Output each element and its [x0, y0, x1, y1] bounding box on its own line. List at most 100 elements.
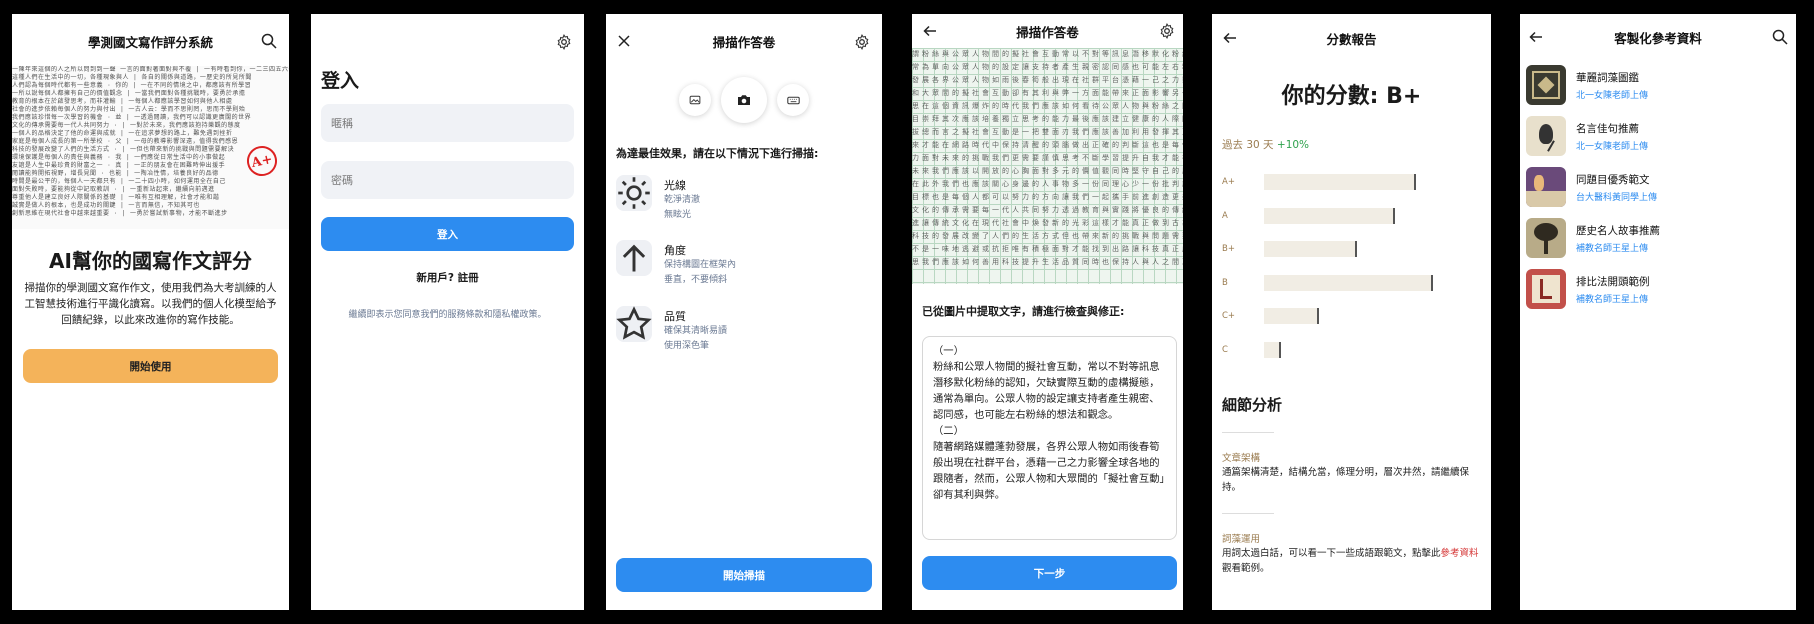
scanned-sheet-image: 謂粉絲與公眾人物間的擬社會互動常以不對等訊息潛移默化粉絲的認知欠缺實際互動的虛構… — [912, 48, 1183, 284]
username-field[interactable] — [321, 104, 574, 142]
handwriting-line: 尊重他人是建立良好人際關係的基礎 | 一唯有互相理解，社會才能和諧 — [12, 194, 220, 201]
star-icon — [616, 306, 652, 342]
scan-line: 目標也是每個人都可以努力的方向讓我們一起攜手前進創造更美好的明天共同努力為社會貢… — [912, 193, 1183, 201]
scan-line: 科技的發展改變了人們的生活方式但也帶來新的挑戰與問題需要我們共同面對並尋求解決的… — [912, 232, 1183, 240]
extracted-text-editor[interactable]: （一） 粉絲和公眾人物間的擬社會互動，常以不對等訊息潛移默化粉絲的認知，欠缺實際… — [922, 336, 1177, 540]
letter-thumbnail — [1526, 269, 1566, 309]
ornament-thumbnail — [1526, 65, 1566, 105]
login-title: 登入 — [321, 70, 360, 92]
search-icon[interactable] — [259, 31, 279, 51]
reference-link[interactable]: 參考資料 — [1441, 548, 1479, 559]
handwriting-line: 文化的傳承需要每一代人共同努力 · | 一對於未來，我們應該抱持樂觀的態度 — [12, 122, 241, 129]
search-icon[interactable] — [1770, 27, 1790, 47]
scan-line: 來才能在網路時代中保持清醒的頭腦做出正確的判斷這也是每個現代人都應該具備的媒體素… — [912, 141, 1183, 149]
scan-line: 常為單向公眾人物的設定讓支持者產生親密認同感也可能左右粉絲的想法和觀念隨著網路媒… — [912, 63, 1183, 71]
grade-bar-row: C+ — [1222, 308, 1319, 324]
handwriting-line: 社會的進步依賴每個人的努力與付出 | 一古人云：學而不思則罔，思而不學則殆 — [12, 106, 246, 113]
scan-line: 和大眾間的擬社會互動卻有其利與弊一方面能帶來正面影響另一方面也可能造成負面的後果… — [912, 89, 1183, 97]
reference-uploader: 北一女陳老師上傳 — [1576, 90, 1649, 101]
handwriting-line: 閱讀能夠開拓視野，增長見聞 · 也能 | 一陶冶性情，培養良好的品德 — [12, 170, 219, 177]
login-screen: 登入 登入 新用戶? 註冊 繼續即表示您同意我們的服務條款和隱私權政策。 — [311, 14, 584, 610]
keyboard-icon — [786, 96, 800, 104]
grade-bar-row: A+ — [1222, 174, 1416, 190]
app-title: 學測國文寫作評分系統 — [87, 34, 213, 50]
scan-line: 未來我們應該以開放的心胸面對多元的價值觀同時堅守自己的原則不隨波逐流這才是真正的… — [912, 167, 1183, 175]
handwriting-line: 一個人的品格決定了他的命運與成就 | 一在追求夢想的路上，難免遇到挫折 — [12, 130, 233, 137]
get-started-button[interactable]: 開始使用 — [23, 349, 278, 383]
sample-essay-image: 一陳年來這個的人之所以問到到一聲 一言的面對著面對與不覆 | 一有時看到你，一二… — [12, 66, 289, 229]
detail-text: 用詞太過白話，可以看一下一些成語跟範文，點擊此參考資料觀看範例。 — [1222, 546, 1485, 576]
extract-label: 已從圖片中提取文字，請進行檢查與修正: — [922, 305, 1125, 318]
detail-text-part: 觀看範例。 — [1222, 563, 1270, 574]
register-link[interactable]: 新用戶? 註冊 — [311, 270, 584, 285]
sun-icon — [616, 175, 652, 211]
start-scan-button[interactable]: 開始掃描 — [616, 558, 872, 592]
score-change: +10% — [1276, 139, 1310, 151]
reference-title: 歷史名人故事推薦 — [1576, 224, 1660, 237]
keyboard-mode-button[interactable] — [777, 84, 809, 116]
handwriting-line: 這種人們在生活中的一切，各種現象與人 | 各自的關係與道路，一歷史的所見所聞 — [12, 74, 252, 81]
reference-title: 同題目優秀範文 — [1576, 173, 1650, 186]
password-field[interactable] — [321, 161, 574, 199]
gear-icon[interactable] — [1157, 21, 1177, 41]
back-arrow-icon[interactable] — [1220, 28, 1240, 48]
grade-bar-row: B+ — [1222, 241, 1357, 257]
gear-icon[interactable] — [852, 32, 872, 52]
reference-item[interactable]: 華麗詞藻圖鑑 北一女陳老師上傳 — [1526, 64, 1790, 106]
scan-review-header: 掃描作答卷 — [912, 14, 1183, 48]
reference-item[interactable]: 名言佳句推薦 北一女陳老師上傳 — [1526, 115, 1790, 157]
score-report-header: 分數報告 — [1212, 14, 1491, 62]
back-arrow-icon[interactable] — [1526, 27, 1546, 47]
reference-item[interactable]: 歷史名人故事推薦 補教名師王星上傳 — [1526, 217, 1790, 259]
reference-item[interactable]: 同題目優秀範文 台大醫科黃同學上傳 — [1526, 166, 1790, 208]
handwriting-line: 科技的發展改變了人們的生活方式 · | 一但也帶來新的挑戰與問題需要解決 — [12, 146, 235, 153]
reference-title: 排比法開頭範例 — [1576, 275, 1650, 288]
scan-line: 進讓傳統文化在現代社會中煥發新的光彩這樣才能真正做到古為今用推陳出新的理想境界值… — [912, 219, 1183, 227]
reference-uploader: 北一女陳老師上傳 — [1576, 141, 1649, 152]
back-arrow-icon[interactable] — [920, 21, 940, 41]
camera-mode-button[interactable] — [721, 77, 767, 123]
tip-line: 使用深色筆 — [664, 341, 710, 351]
reference-item[interactable]: 排比法開頭範例 補教名師王星上傳 — [1526, 268, 1790, 310]
detail-heading: 詞藻運用 — [1222, 534, 1261, 545]
grade-bar-row: C — [1222, 341, 1281, 358]
grade-label: A — [1222, 210, 1228, 221]
gear-icon[interactable] — [554, 32, 574, 52]
tip-title: 光線 — [664, 179, 686, 192]
scan-line: 思在這個資訊爆炸的時代我們應該如何看待公眾人物與粉絲之間的關係呢首先應該理性看待… — [912, 102, 1183, 110]
detail-text-part: 用詞太過白話，可以看一下一些成語跟範文，點擊此 — [1222, 548, 1441, 559]
close-icon[interactable] — [614, 31, 634, 51]
scan-line: 力面對未來的挑戰我們更需要謹慎思考不斷學習提升自我才能在變動的社會中站穩腳步迎向… — [912, 154, 1183, 162]
grade-bar — [1264, 174, 1416, 190]
scan-guide-header: 掃描作答卷 — [606, 14, 882, 68]
detail-analysis-title: 細節分析 — [1222, 396, 1283, 414]
terms-text[interactable]: 繼續即表示您同意我們的服務條款和隱私權政策。 — [311, 307, 584, 320]
detail-text: 通篇架構清楚，結構允當，條理分明，層次井然，請繼續保持。 — [1222, 467, 1470, 493]
welcome-screen: 學測國文寫作評分系統 一陳年來這個的人之所以問到到一聲 一言的面對著面對與不覆 … — [12, 14, 289, 610]
tip-angle: 角度 保持構圖在框架內 垂直，不要傾斜 — [616, 240, 872, 288]
grade-bar — [1264, 341, 1281, 358]
scan-line: 思我們應該如何善用科技提升生活品質同時也保持人與人之間真誠的互動這是現代人必修的… — [912, 258, 1183, 266]
score-value: 你的分數: B+ — [1281, 84, 1422, 109]
login-button[interactable]: 登入 — [321, 217, 574, 251]
handwriting-line: 一陳年來這個的人之所以問到到一聲 一言的面對著面對與不覆 | 一有時看到你，一二… — [12, 66, 289, 73]
score-report-title: 分數報告 — [1326, 31, 1377, 47]
next-step-button[interactable]: 下一步 — [922, 556, 1177, 590]
scan-guide-screen: 掃描作答卷 為達最佳效果，請在以下情況下進行掃描: 光線 乾淨清澈 無眩光 角度… — [606, 14, 882, 610]
tip-line: 確保其清晰易讀 — [664, 326, 728, 336]
scan-review-title: 掃描作答卷 — [1016, 24, 1079, 40]
gallery-mode-button[interactable] — [679, 84, 711, 116]
period-label: 過去 30 天 — [1222, 139, 1274, 151]
tree-thumbnail — [1526, 218, 1566, 258]
image-icon — [689, 95, 701, 105]
app-description: 掃描你的學測國文寫作作文，使用我們為大考訓練的人工智慧技術進行平識化讀寫。以我們… — [24, 282, 277, 326]
scan-line: 目崇拜其次應該培養獨立思考的能力最後應該建立健康的人際關係以免陷入虛擬的情感之中… — [912, 115, 1183, 123]
grade-label: C — [1222, 344, 1228, 355]
grade-label: C+ — [1222, 311, 1236, 321]
scan-line: 不是一味地逃避或抗拒唯有積極面對才能找到出路讓科技真正成為人類進步的助力而非阻力… — [912, 245, 1183, 253]
tip-line: 保持構圖在框架內 — [664, 260, 737, 270]
scan-review-screen: 掃描作答卷 謂粉絲與公眾人物間的擬社會互動常以不對等訊息潛移默化粉絲的認知欠缺實… — [912, 14, 1183, 610]
tip-lighting: 光線 乾淨清澈 無眩光 — [616, 175, 872, 223]
tip-title: 品質 — [664, 310, 686, 323]
tip-line: 乾淨清澈 — [664, 195, 701, 205]
